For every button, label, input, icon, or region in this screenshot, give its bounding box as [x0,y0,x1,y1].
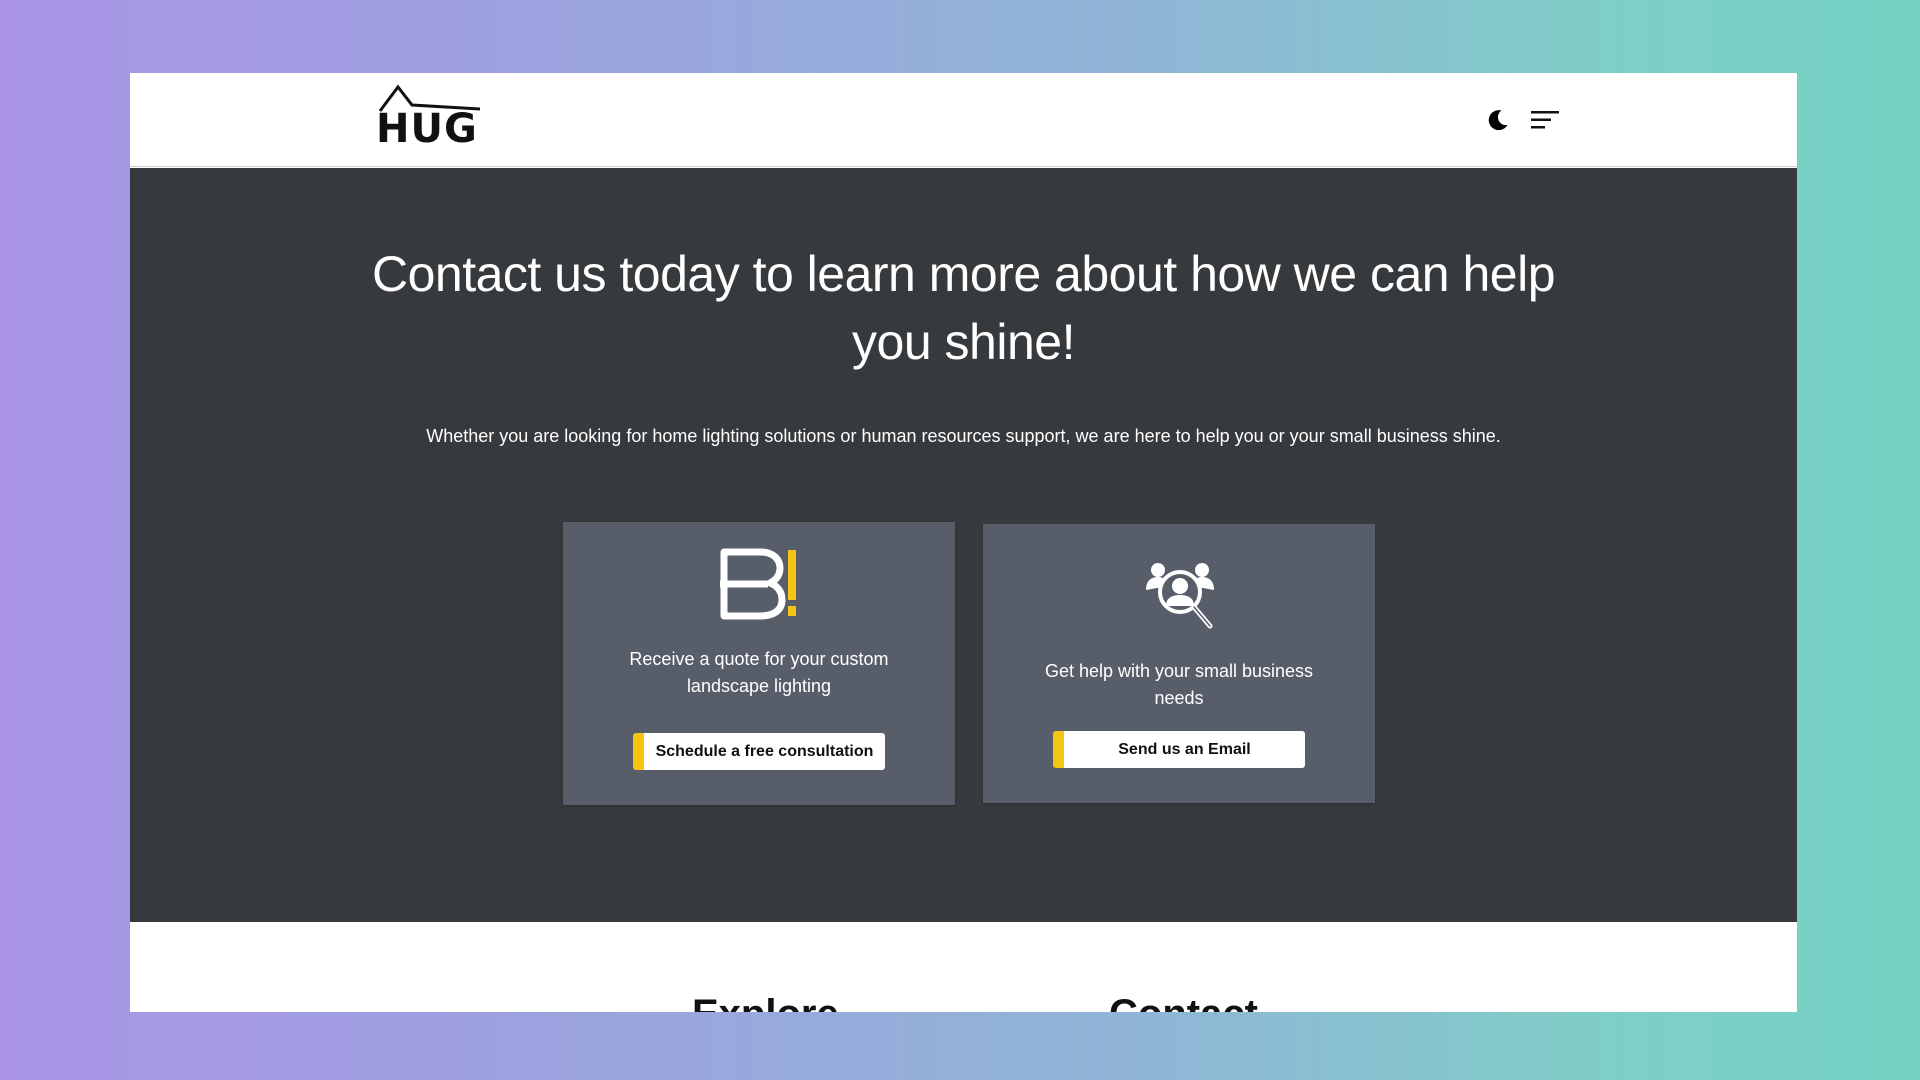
small-business-card: Get help with your small business needs … [983,524,1375,803]
hug-logo[interactable]: HUG [376,81,480,151]
people-search-icon [1144,560,1218,632]
bright-logo-icon [720,548,800,620]
footer-heading-contact: Contact [1109,989,1258,1012]
moon-icon [1488,110,1508,131]
send-email-button[interactable]: Send us an Email [1053,731,1305,768]
hero-title: Contact us today to learn more about how… [371,246,1556,370]
logo-text: HUG [376,106,478,152]
browser-page-frame: HUG Contact us today to learn more about… [130,73,1797,1012]
lighting-quote-card: Receive a quote for your custom landscap… [563,522,955,805]
schedule-consultation-button[interactable]: Schedule a free consultation [633,733,885,770]
contact-hero-section: Contact us today to learn more about how… [130,168,1797,922]
menu-button[interactable] [1529,104,1561,136]
theme-toggle-button[interactable] [1482,104,1514,136]
footer-heading-explore: Explore [692,989,839,1012]
hero-subtitle: Whether you are looking for home lightin… [426,426,1501,446]
site-header: HUG [130,73,1797,167]
hamburger-menu-icon [1531,111,1559,129]
card-description: Get help with your small business needs [1044,661,1314,708]
card-description: Receive a quote for your custom landscap… [629,649,889,696]
